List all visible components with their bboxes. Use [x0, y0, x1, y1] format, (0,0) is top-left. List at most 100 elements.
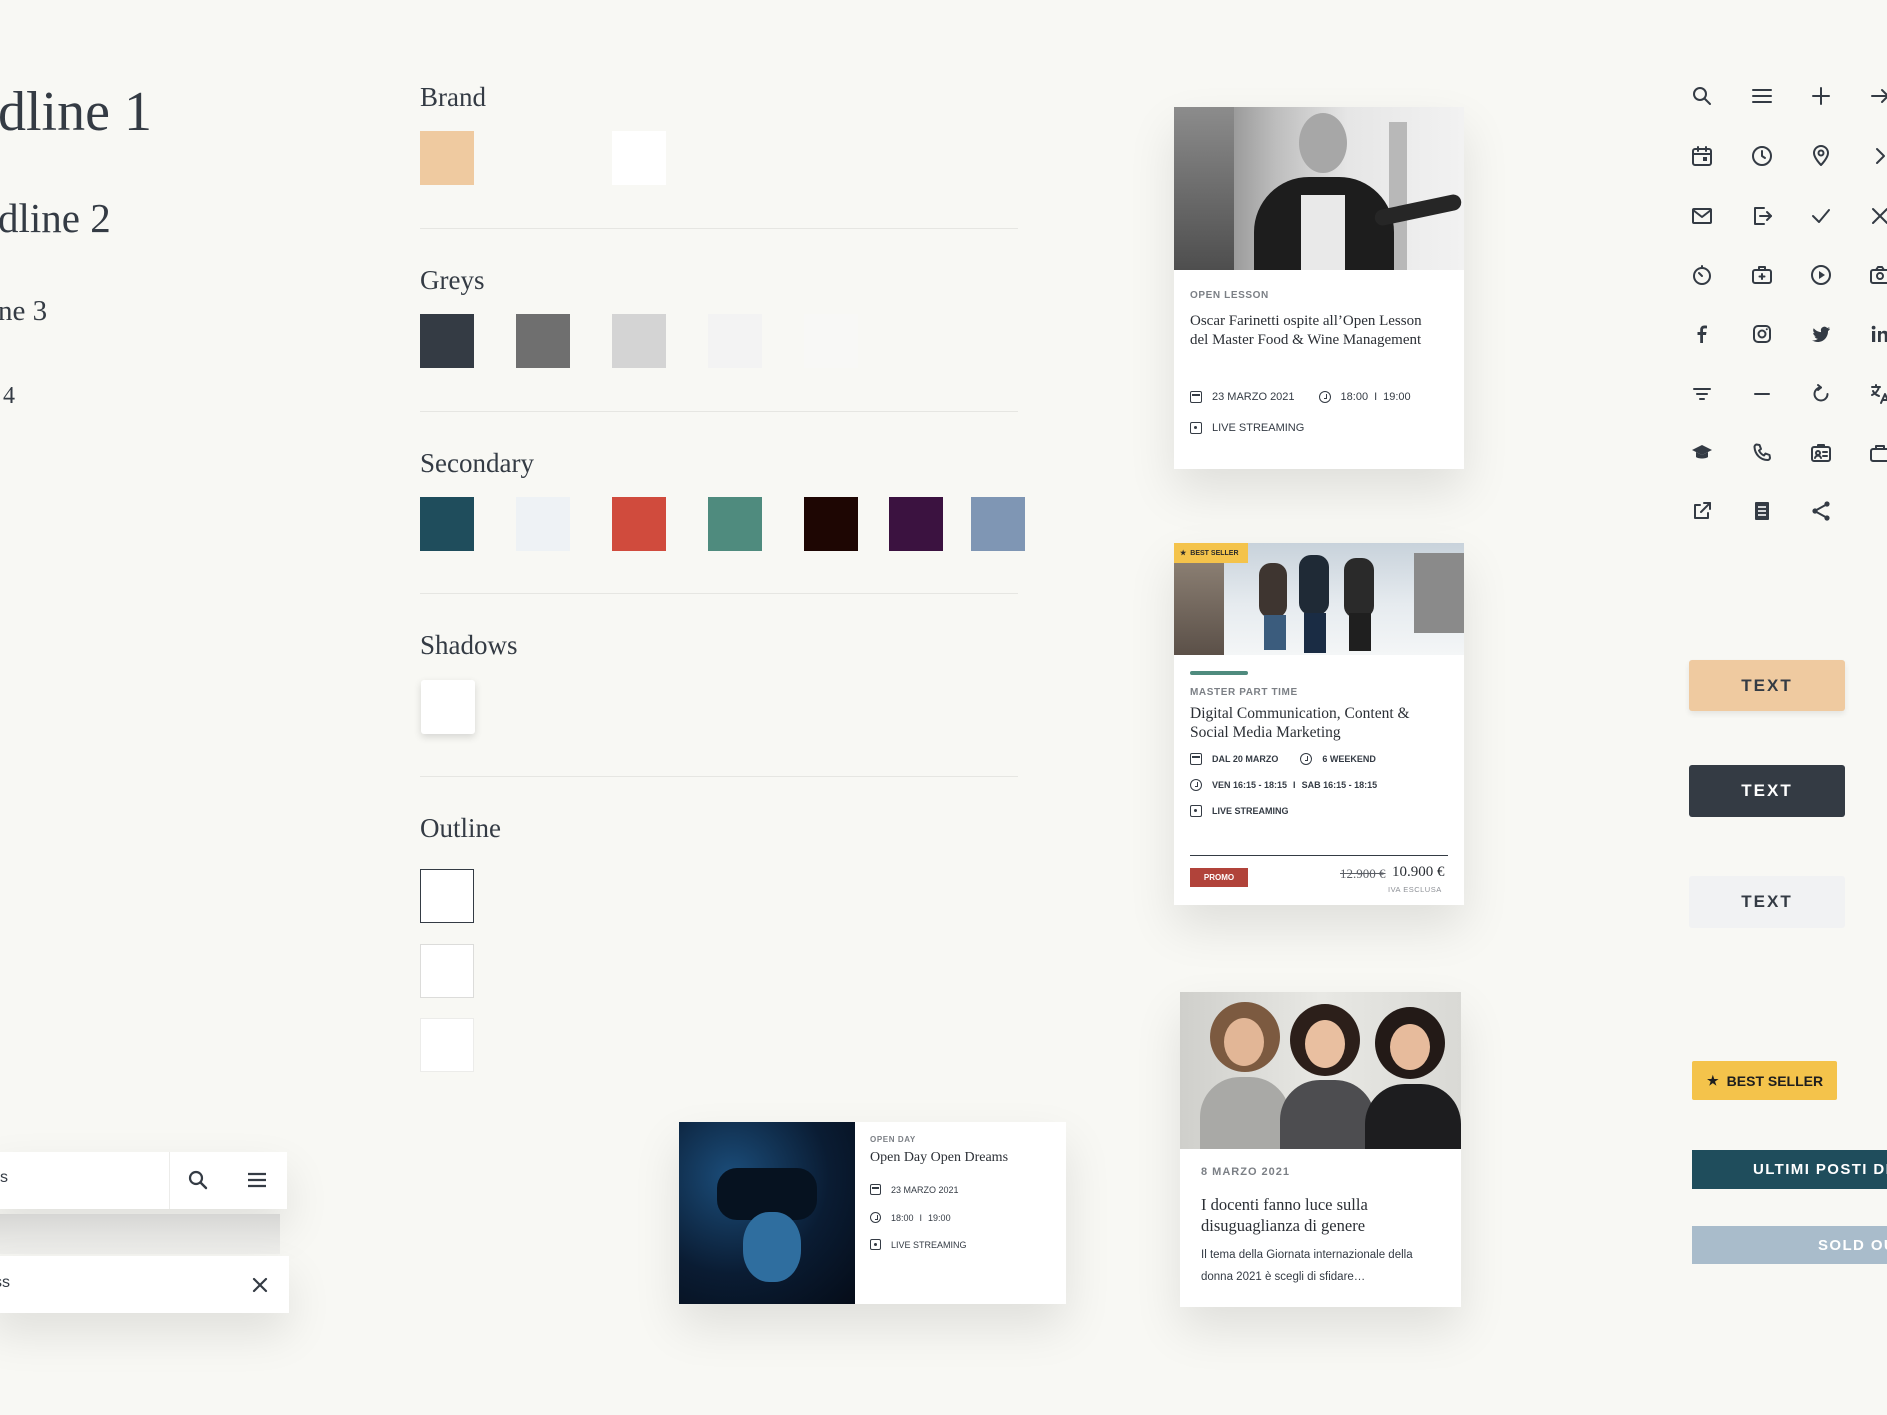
event-card-open-day[interactable]: OPEN DAY Open Day Open Dreams 23 MARZO 2…: [679, 1122, 1066, 1304]
grey-swatch-4: [708, 314, 762, 368]
chevron-right-icon[interactable]: [1865, 141, 1887, 171]
news-date: 8 MARZO 2021: [1201, 1166, 1291, 1178]
minus-icon[interactable]: [1747, 379, 1777, 409]
divider: [420, 228, 1018, 229]
search-bar[interactable]: s: [0, 1152, 287, 1209]
time-separator: I: [1374, 391, 1378, 403]
arrow-right-icon[interactable]: [1865, 81, 1887, 111]
logout-icon[interactable]: [1747, 201, 1777, 231]
calendar-icon[interactable]: [1687, 141, 1717, 171]
close-icon[interactable]: [248, 1273, 272, 1297]
plus-icon[interactable]: [1806, 81, 1836, 111]
bag-icon[interactable]: [1865, 438, 1887, 468]
accent-brush-stroke: [1190, 671, 1248, 675]
briefcase-medical-icon[interactable]: [1747, 260, 1777, 290]
mail-icon[interactable]: [1687, 201, 1717, 231]
best-seller-tag-label: BEST SELLER: [1726, 1072, 1824, 1089]
headline-3-sample: ne 3: [0, 295, 48, 327]
graduation-cap-icon[interactable]: [1687, 438, 1717, 468]
search-active-input[interactable]: ss: [0, 1274, 10, 1292]
course-meta-date-duration: DAL 20 MARZO 6 WEEKEND: [1190, 753, 1376, 765]
shadow-swatch: [421, 680, 475, 734]
course-meta-schedule: VEN 16:15 - 18:15 I SAB 16:15 - 18:15: [1190, 779, 1377, 791]
old-price: 12.900 €: [1340, 866, 1386, 881]
news-card[interactable]: 8 MARZO 2021 I docenti fanno luce sulla …: [1180, 992, 1461, 1307]
primary-button[interactable]: TEXT: [1689, 660, 1845, 711]
clock-icon[interactable]: [1747, 141, 1777, 171]
headline-1-sample: dline 1: [0, 81, 152, 143]
vat-note: IVA ESCLUSA: [1388, 885, 1442, 894]
schedule-saturday: SAB 16:15 - 18:15: [1301, 780, 1378, 790]
ultimi-posti-tag: ULTIMI POSTI DIS: [1692, 1150, 1887, 1189]
menu-icon[interactable]: [245, 1168, 269, 1192]
brand-swatch-1: [420, 131, 474, 185]
translate-icon[interactable]: [1865, 379, 1887, 409]
secondary-title: Secondary: [420, 448, 534, 478]
refresh-icon[interactable]: [1806, 379, 1836, 409]
course-card-master[interactable]: ★ BEST SELLER MASTER PART TIME Digital C…: [1174, 543, 1464, 905]
linkedin-icon[interactable]: [1865, 319, 1887, 349]
external-link-icon[interactable]: [1687, 496, 1717, 526]
filter-icon[interactable]: [1687, 379, 1717, 409]
live-streaming-icon: [1190, 422, 1202, 434]
outline-swatch-light: [420, 1018, 474, 1072]
grey-swatch-5: [804, 314, 858, 368]
facebook-icon[interactable]: [1687, 319, 1717, 349]
light-button[interactable]: TEXT: [1689, 876, 1845, 928]
news-title: I docenti fanno luce sulla disuguaglianz…: [1201, 1195, 1368, 1235]
camera-icon[interactable]: [1865, 260, 1887, 290]
timer-icon[interactable]: [1687, 260, 1717, 290]
headline-2-sample: dline 2: [0, 195, 111, 241]
ultimi-posti-label: ULTIMI POSTI DIS: [1753, 1161, 1887, 1178]
share-icon[interactable]: [1806, 496, 1836, 526]
video-play-icon[interactable]: [1806, 260, 1836, 290]
id-card-icon[interactable]: [1806, 438, 1836, 468]
event-meta-mode: LIVE STREAMING: [870, 1239, 967, 1250]
search-icon[interactable]: [186, 1168, 210, 1192]
outline-swatch-grey: [420, 944, 474, 998]
outline-swatch-dark: [420, 869, 474, 923]
secondary-swatch-4: [708, 497, 762, 551]
search-icon[interactable]: [1687, 81, 1717, 111]
document-icon[interactable]: [1747, 496, 1777, 526]
schedule-separator: I: [1293, 780, 1296, 790]
search-input[interactable]: s: [0, 1169, 8, 1187]
event-meta-time: 18:00 I 19:00: [870, 1212, 951, 1223]
instagram-icon[interactable]: [1747, 319, 1777, 349]
event-card-open-lesson[interactable]: OPEN LESSON Oscar Farinetti ospite all’O…: [1174, 107, 1464, 469]
card-kicker: OPEN DAY: [870, 1135, 916, 1144]
secondary-swatch-2: [516, 497, 570, 551]
search-active-bar[interactable]: ss: [0, 1256, 289, 1313]
calendar-icon: [870, 1184, 881, 1195]
secondary-swatch-6: [889, 497, 943, 551]
speaker-photo: [1174, 107, 1464, 270]
card-title: Open Day Open Dreams: [870, 1150, 1009, 1165]
grey-swatch-1: [420, 314, 474, 368]
event-time-from: 18:00: [1340, 391, 1369, 403]
time-separator: I: [919, 1212, 923, 1223]
phone-icon[interactable]: [1747, 438, 1777, 468]
card-title: Digital Communication, Content & Social …: [1190, 705, 1410, 742]
schedule-friday: VEN 16:15 - 18:15: [1212, 780, 1288, 790]
event-date: 23 MARZO 2021: [1212, 391, 1295, 403]
event-time-to: 19:00: [1383, 391, 1411, 403]
star-icon: ★: [1707, 1072, 1719, 1088]
event-meta-date: 23 MARZO 2021: [870, 1184, 959, 1195]
news-excerpt: Il tema della Giornata internazionale de…: [1201, 1249, 1413, 1283]
close-icon[interactable]: [1865, 201, 1887, 231]
best-seller-label: BEST SELLER: [1190, 549, 1239, 557]
location-pin-icon[interactable]: [1806, 141, 1836, 171]
check-icon[interactable]: [1806, 201, 1836, 231]
twitter-icon[interactable]: [1806, 319, 1836, 349]
card-kicker: MASTER PART TIME: [1190, 687, 1298, 698]
event-mode: LIVE STREAMING: [1212, 422, 1305, 434]
card-kicker: OPEN LESSON: [1190, 290, 1269, 301]
course-start-date: DAL 20 MARZO: [1212, 754, 1279, 764]
price-divider: [1190, 855, 1448, 856]
menu-icon[interactable]: [1747, 81, 1777, 111]
dark-button[interactable]: TEXT: [1689, 765, 1845, 817]
secondary-swatch-5: [804, 497, 858, 551]
clock-icon: [870, 1212, 881, 1223]
current-price: 10.900 €: [1392, 864, 1445, 880]
event-date: 23 MARZO 2021: [891, 1184, 959, 1195]
